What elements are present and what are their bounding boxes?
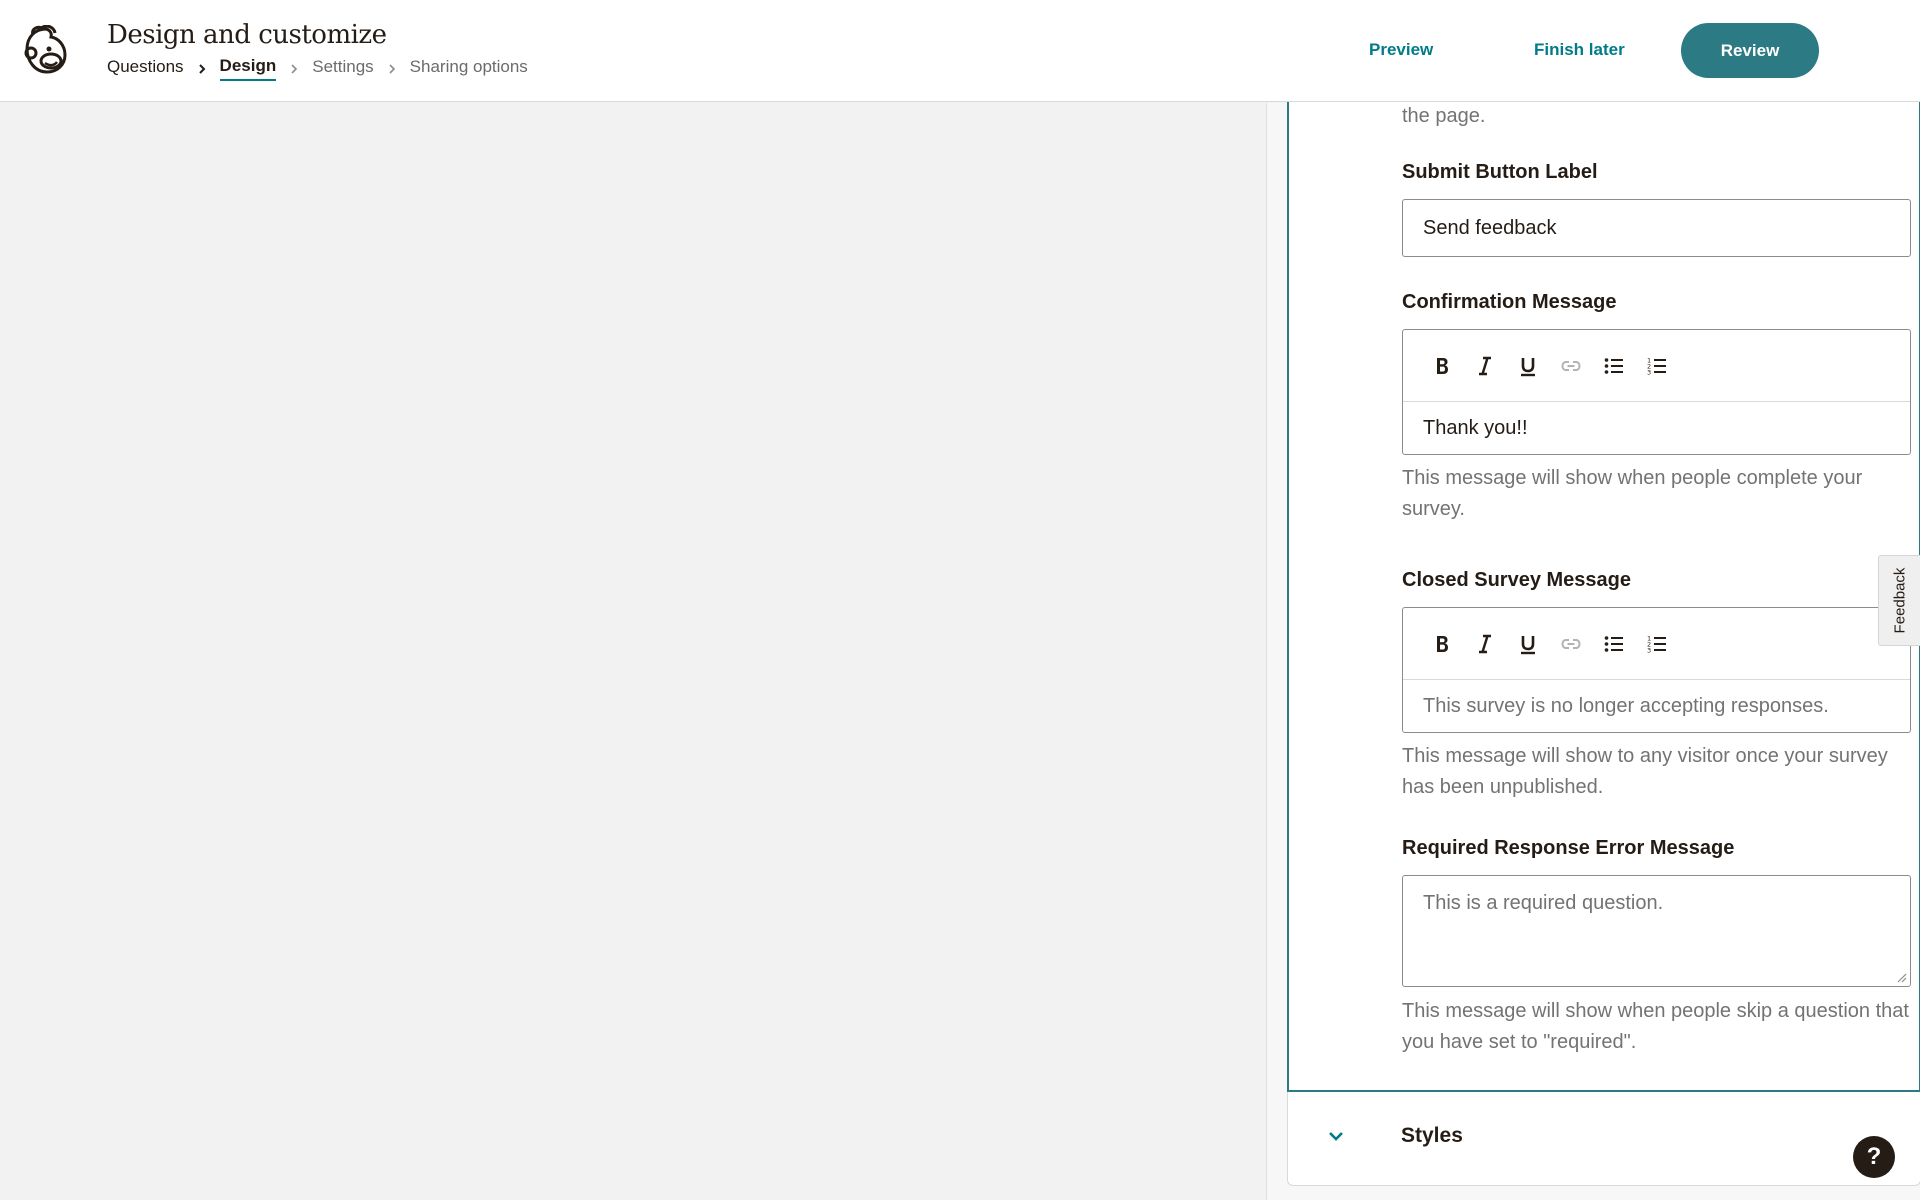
required-error-wrap: This is a required question. xyxy=(1402,875,1912,987)
confirmation-message-input[interactable]: Thank you!! xyxy=(1403,402,1910,454)
styles-label[interactable]: Styles xyxy=(1401,1124,1463,1148)
editor-toolbar: 123 xyxy=(1403,608,1910,680)
breadcrumb-sharing-options[interactable]: Sharing options xyxy=(410,57,528,80)
required-error-heading: Required Response Error Message xyxy=(1402,837,1735,859)
link-icon[interactable] xyxy=(1560,629,1603,659)
feedback-tab[interactable]: Feedback xyxy=(1878,555,1920,646)
styles-section-header[interactable]: Styles xyxy=(1287,1092,1920,1186)
underline-icon[interactable] xyxy=(1517,351,1560,381)
breadcrumb-questions[interactable]: Questions xyxy=(107,57,184,80)
italic-icon[interactable] xyxy=(1474,351,1517,381)
chevron-right-icon xyxy=(287,62,301,76)
numbered-list-icon[interactable]: 123 xyxy=(1646,351,1689,381)
design-settings-panel: the page. Submit Button Label Send feedb… xyxy=(1266,101,1920,1200)
confirmation-help-text: This message will show when people compl… xyxy=(1402,467,1863,520)
submit-button-field-wrap: Send feedback xyxy=(1402,199,1912,257)
confirmation-editor-wrap: 123 Thank you!! xyxy=(1402,329,1912,455)
bold-icon[interactable] xyxy=(1431,629,1474,659)
submit-button-label-heading: Submit Button Label xyxy=(1402,161,1598,183)
submit-button-input[interactable]: Send feedback xyxy=(1402,199,1911,257)
svg-text:3: 3 xyxy=(1647,368,1651,376)
underline-icon[interactable] xyxy=(1517,629,1560,659)
chevron-right-icon xyxy=(195,62,209,76)
italic-icon[interactable] xyxy=(1474,629,1517,659)
chevron-down-icon[interactable] xyxy=(1326,1126,1346,1146)
mailchimp-logo-icon[interactable] xyxy=(21,25,71,77)
bold-icon[interactable] xyxy=(1431,351,1474,381)
editor-toolbar: 123 xyxy=(1403,330,1910,402)
survey-preview-canvas xyxy=(0,103,1266,1200)
link-icon[interactable] xyxy=(1560,351,1603,381)
required-error-textarea[interactable]: This is a required question. xyxy=(1402,875,1911,987)
feedback-tab-label: Feedback xyxy=(1891,567,1908,634)
closed-editor-wrap: 123 This survey is no longer accepting r… xyxy=(1402,607,1912,733)
section-intro-text: the page. xyxy=(1402,105,1486,127)
numbered-list-icon[interactable]: 123 xyxy=(1646,629,1689,659)
preview-link[interactable]: Preview xyxy=(1369,40,1433,60)
top-header: Design and customize Questions Design Se… xyxy=(0,0,1920,102)
closed-survey-help-text: This message will show to any visitor on… xyxy=(1402,745,1888,798)
breadcrumb: Questions Design Settings Sharing option… xyxy=(107,56,528,81)
confirmation-message-editor: 123 Thank you!! xyxy=(1402,329,1911,455)
svg-text:3: 3 xyxy=(1647,646,1651,654)
required-error-help-text: This message will show when people skip … xyxy=(1402,1000,1909,1053)
review-button[interactable]: Review xyxy=(1681,23,1819,78)
chevron-right-icon xyxy=(385,62,399,76)
bulleted-list-icon[interactable] xyxy=(1603,351,1646,381)
confirmation-message-heading: Confirmation Message xyxy=(1402,291,1617,313)
page-title: Design and customize xyxy=(107,20,387,50)
help-button[interactable]: ? xyxy=(1853,1136,1895,1178)
closed-survey-message-heading: Closed Survey Message xyxy=(1402,569,1631,591)
breadcrumb-settings[interactable]: Settings xyxy=(312,57,373,80)
required-error-placeholder: This is a required question. xyxy=(1423,892,1664,914)
breadcrumb-design[interactable]: Design xyxy=(219,56,277,81)
resize-handle-icon[interactable] xyxy=(1895,971,1907,983)
bulleted-list-icon[interactable] xyxy=(1603,629,1646,659)
closed-survey-message-input[interactable]: This survey is no longer accepting respo… xyxy=(1403,680,1910,732)
closed-survey-message-editor: 123 This survey is no longer accepting r… xyxy=(1402,607,1911,733)
finish-later-link[interactable]: Finish later xyxy=(1534,40,1625,60)
messages-section: the page. Submit Button Label Send feedb… xyxy=(1287,101,1920,1092)
